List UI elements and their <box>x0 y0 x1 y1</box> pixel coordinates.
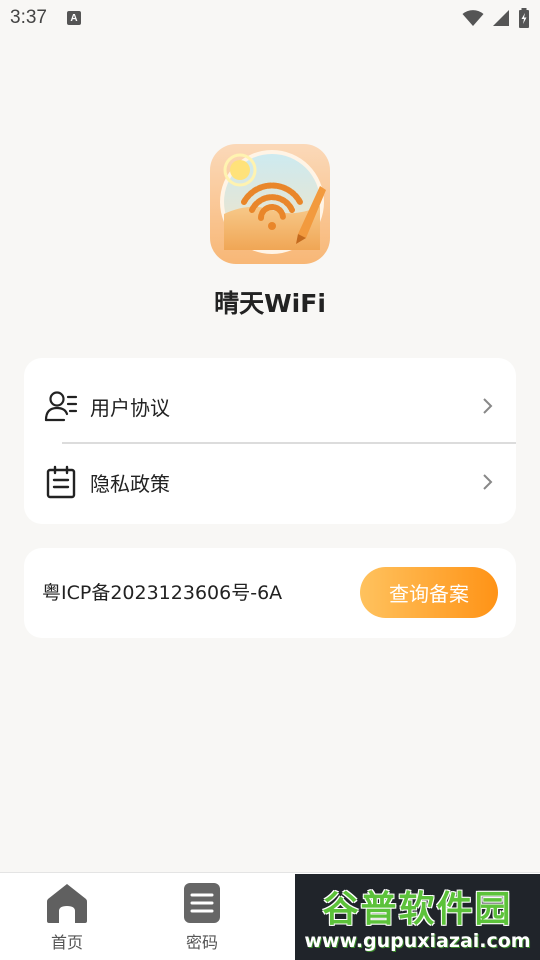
tab-password[interactable]: 密码 <box>152 873 252 960</box>
watermark-title: 谷普软件园 <box>322 889 513 930</box>
menu-item-label: 隐私政策 <box>90 471 170 496</box>
watermark: 谷普软件园 www.gupuxiazai.com <box>295 874 540 960</box>
user-list-icon <box>44 391 78 422</box>
status-time: 3:37 <box>10 7 47 28</box>
signal-icon <box>493 10 509 26</box>
menu-item-user-agreement[interactable]: 用户协议 <box>24 366 516 446</box>
status-bar: 3:37 A <box>0 0 540 36</box>
menu-divider <box>62 442 516 444</box>
document-icon <box>184 883 220 923</box>
query-icp-button[interactable]: 查询备案 <box>360 567 498 618</box>
status-icons <box>462 8 530 28</box>
icp-number: 粤ICP备2023123606号-6A <box>42 582 283 604</box>
battery-charging-icon <box>519 8 529 28</box>
chevron-right-icon <box>483 398 493 414</box>
tab-label: 首页 <box>50 933 83 952</box>
chevron-right-icon <box>483 474 493 490</box>
home-icon <box>47 884 87 923</box>
wifi-icon <box>462 10 484 26</box>
tab-home[interactable]: 首页 <box>17 873 117 960</box>
icp-card: 粤ICP备2023123606号-6A 查询备案 <box>24 548 516 638</box>
menu-item-privacy-policy[interactable]: 隐私政策 <box>24 442 516 522</box>
a-icon: A <box>66 11 81 25</box>
app-name: 晴天WiFi <box>214 289 326 318</box>
tab-label: 密码 <box>185 933 218 952</box>
clipboard-icon <box>46 465 76 499</box>
menu-card: 用户协议 隐私政策 <box>24 358 516 524</box>
app-logo <box>210 144 330 264</box>
watermark-url: www.gupuxiazai.com <box>304 930 531 952</box>
sunny-wifi-logo-icon <box>220 150 326 254</box>
menu-item-label: 用户协议 <box>90 395 170 420</box>
